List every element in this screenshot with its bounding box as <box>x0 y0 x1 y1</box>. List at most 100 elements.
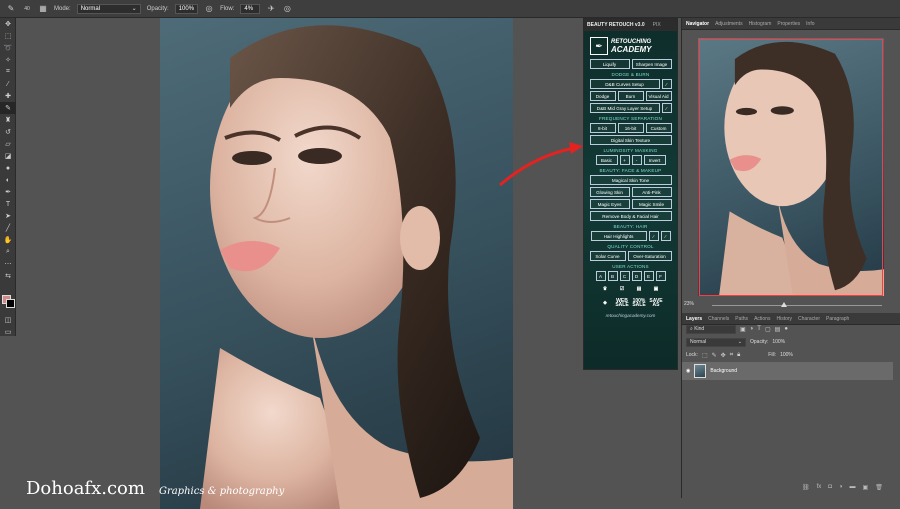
dodge-button[interactable]: Dodge <box>589 91 616 101</box>
more-tools-icon[interactable]: ⋯ <box>0 258 16 270</box>
add-mask-icon[interactable]: ◘ <box>828 484 832 491</box>
panel-footer-url[interactable]: retouchingacademy.com <box>584 313 677 318</box>
blur-tool-icon[interactable]: ● <box>0 162 16 174</box>
hand-tool-icon[interactable]: ✋ <box>0 234 16 246</box>
over-saturation-button[interactable]: Over-Saturation <box>627 251 672 261</box>
100-sale-button[interactable]: 100% SALE <box>632 297 645 309</box>
lock-image-icon[interactable]: ✎ <box>712 352 717 359</box>
tab-paragraph[interactable]: Paragraph <box>826 316 849 322</box>
user-action-a-button[interactable]: A <box>595 271 606 281</box>
tab-beauty-retouch[interactable]: BEAUTY RETOUCH v3.0 <box>587 22 645 28</box>
user-action-e-button[interactable]: E <box>643 271 654 281</box>
tab-properties[interactable]: Properties <box>777 21 800 27</box>
navigator-zoom-slider[interactable] <box>712 305 882 306</box>
magic-smile-button[interactable]: Magic Smile <box>631 199 672 209</box>
hair-brush-b-button[interactable]: ⁄ <box>660 231 671 241</box>
eyedropper-tool-icon[interactable]: ⁄ <box>0 78 16 90</box>
db-curves-setup-button[interactable]: D&B Curves Setup <box>589 79 660 89</box>
invert-button[interactable]: Invert <box>643 155 666 165</box>
magic-wand-tool-icon[interactable]: ✧ <box>0 54 16 66</box>
liquify-button[interactable]: Liquify <box>589 59 630 69</box>
quick-mask-icon[interactable]: ◫ <box>0 314 16 326</box>
lock-position-icon[interactable]: ✥ <box>721 352 726 359</box>
background-color-swatch[interactable] <box>6 299 15 308</box>
brush-tool-icon[interactable]: ✎ <box>0 102 16 114</box>
midgray-brush-button[interactable]: ⁄ <box>661 103 672 113</box>
image-icon[interactable]: ▣ <box>650 283 662 295</box>
blend-mode-dropdown[interactable]: Normal ⌄ <box>686 337 746 347</box>
anti-pink-button[interactable]: Anti-Pink <box>631 187 672 197</box>
stamp-tool-icon[interactable]: ♜ <box>0 114 16 126</box>
pixel-filter-icon[interactable]: ▣ <box>740 326 746 333</box>
pressure-opacity-icon[interactable]: ◎ <box>204 4 214 14</box>
smart-object-filter-icon[interactable]: ▤ <box>775 326 781 333</box>
default-colors-icon[interactable]: ⇆ <box>0 270 16 282</box>
crop-tool-icon[interactable]: ⌗ <box>0 66 16 78</box>
opacity-field[interactable]: 100% <box>174 3 199 14</box>
hair-brush-a-button[interactable]: ⁄ <box>648 231 659 241</box>
8bit-button[interactable]: 8-bit <box>589 123 616 133</box>
link-layers-icon[interactable]: ⛓ <box>802 484 810 491</box>
hair-highlights-button[interactable]: Hair Highlights <box>590 231 647 241</box>
new-layer-icon[interactable]: ▣ <box>863 484 869 491</box>
tab-paths[interactable]: Paths <box>735 316 748 322</box>
tab-pix[interactable]: PIX <box>653 22 661 28</box>
eraser-tool-icon[interactable]: ▱ <box>0 138 16 150</box>
mode-dropdown[interactable]: Normal ⌄ <box>76 3 141 14</box>
magical-skin-tone-button[interactable]: Magical Skin Tone <box>589 175 672 185</box>
tab-navigator[interactable]: Navigator <box>686 21 709 27</box>
adjustment-layer-icon[interactable]: ◑ <box>839 484 843 491</box>
airbrush-icon[interactable]: ✈ <box>266 4 276 14</box>
zoom-tool-icon[interactable]: ⌕ <box>0 246 16 258</box>
minus-button[interactable]: - <box>631 155 642 165</box>
tab-history[interactable]: History <box>776 316 792 322</box>
type-filter-icon[interactable]: T <box>757 326 761 332</box>
fx-icon[interactable]: fx <box>817 484 822 491</box>
document-canvas[interactable] <box>160 18 513 509</box>
layer-opacity-value[interactable]: 100% <box>772 339 785 345</box>
kind-filter-dropdown[interactable]: ⌕ Kind <box>686 324 736 334</box>
tab-histogram[interactable]: Histogram <box>749 21 772 27</box>
lasso-tool-icon[interactable]: ➰ <box>0 42 16 54</box>
lock-all-icon[interactable]: 🔒︎ <box>737 352 740 359</box>
magic-eyes-button[interactable]: Magic Eyes <box>589 199 630 209</box>
pen-tool-icon[interactable]: ✒ <box>0 186 16 198</box>
screen-mode-icon[interactable]: ▭ <box>0 326 16 338</box>
db-brush-button[interactable]: ⁄ <box>661 79 672 89</box>
tab-actions[interactable]: Actions <box>754 316 770 322</box>
tab-character[interactable]: Character <box>798 316 820 322</box>
brush-panel-icon[interactable]: ▦ <box>38 4 48 14</box>
flow-field[interactable]: 4% <box>240 3 261 14</box>
history-brush-tool-icon[interactable]: ↺ <box>0 126 16 138</box>
shape-filter-icon[interactable]: ▢ <box>765 326 771 333</box>
basic-button[interactable]: Basic <box>595 155 618 165</box>
remove-body-facial-hair-button[interactable]: Remove Body & Facial Hair <box>589 211 672 221</box>
user-action-d-button[interactable]: D <box>631 271 642 281</box>
16bit-button[interactable]: 16-bit <box>617 123 644 133</box>
lock-artboard-icon[interactable]: ⌗ <box>730 352 733 359</box>
visual-aid-button[interactable]: Visual Aid <box>645 91 672 101</box>
glowing-skin-button[interactable]: Glowing Skin <box>589 187 630 197</box>
type-tool-icon[interactable]: T <box>0 198 16 210</box>
user-action-b-button[interactable]: B <box>607 271 618 281</box>
gradient-tool-icon[interactable]: ◪ <box>0 150 16 162</box>
tab-layers[interactable]: Layers <box>686 316 702 322</box>
dodge-tool-icon[interactable]: ◐ <box>0 174 16 186</box>
layer-row-background[interactable]: ◉ Background <box>682 362 893 380</box>
burn-button[interactable]: Burn <box>617 91 644 101</box>
path-select-tool-icon[interactable]: ➤ <box>0 210 16 222</box>
marquee-tool-icon[interactable]: ⬚ <box>0 30 16 42</box>
checklist-icon[interactable]: ☑ <box>616 283 628 295</box>
user-action-f-button[interactable]: F <box>655 271 666 281</box>
crown-icon[interactable]: ♛ <box>599 283 611 295</box>
pressure-size-icon[interactable]: ◎ <box>282 4 292 14</box>
tab-channels[interactable]: Channels <box>708 316 729 322</box>
layers-stack-icon[interactable]: ◈ <box>599 297 611 309</box>
flatten-icon[interactable]: ▤ <box>633 283 645 295</box>
sharpen-image-button[interactable]: Sharpen Image <box>631 59 672 69</box>
user-action-c-button[interactable]: C <box>619 271 630 281</box>
lock-transparent-icon[interactable]: ⬚ <box>702 352 708 359</box>
custom-button[interactable]: Custom <box>645 123 672 133</box>
trash-icon[interactable]: 🗑︎ <box>875 484 883 491</box>
new-group-icon[interactable]: ▬ <box>850 484 856 491</box>
